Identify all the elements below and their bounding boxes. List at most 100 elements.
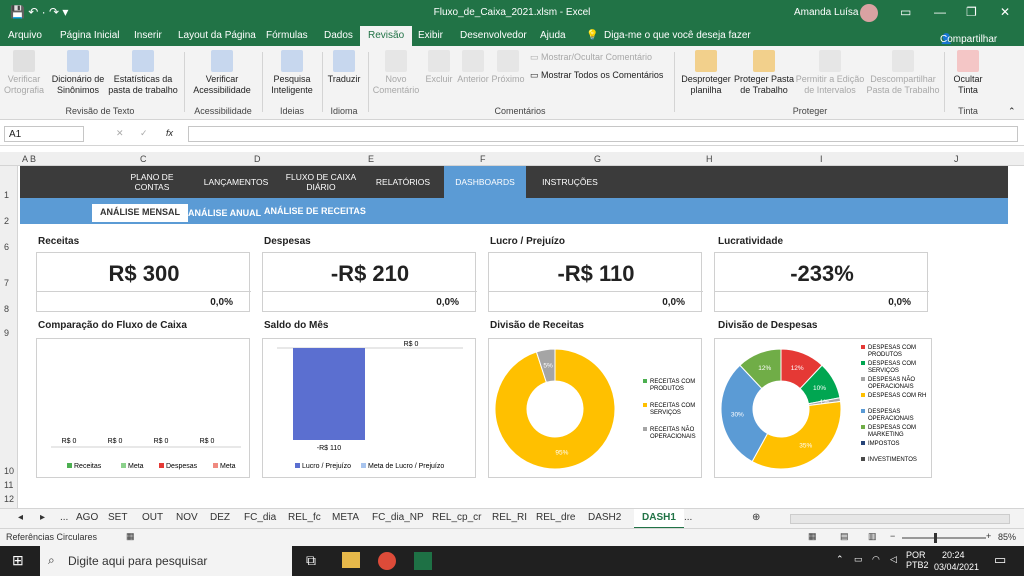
- more-sheets-left[interactable]: ...: [60, 512, 68, 523]
- column-header[interactable]: A: [22, 154, 28, 164]
- smart-lookup-button[interactable]: Pesquisa Inteligente: [266, 50, 318, 96]
- sheet-tab-rel-fc[interactable]: REL_fc: [288, 512, 321, 523]
- sheet-tab-fc-dia[interactable]: FC_dia: [244, 512, 276, 523]
- sheet-tab-dez[interactable]: DEZ: [210, 512, 230, 523]
- tab-dados[interactable]: Dados: [324, 30, 353, 41]
- formula-input[interactable]: [188, 126, 1018, 142]
- ribbon-display-icon[interactable]: ▭: [900, 5, 911, 19]
- worksheet[interactable]: PLANO DE CONTAS LANÇAMENTOS FLUXO DE CAI…: [18, 166, 1008, 508]
- chart-despesas[interactable]: 12% 10% 1% 35% 30% 12% DESPESAS COM PRODUTOS DES…: [714, 338, 932, 478]
- tab-revisao[interactable]: Revisão: [360, 26, 413, 46]
- tab-formulas[interactable]: Fórmulas: [266, 30, 308, 41]
- windows-start-icon[interactable]: ⊞: [12, 552, 24, 569]
- translate-button[interactable]: Traduzir: [324, 50, 364, 85]
- accessibility-button[interactable]: Verificar Acessibilidade: [186, 50, 258, 96]
- new-comment-button[interactable]: Novo Comentário: [370, 50, 422, 96]
- row-header[interactable]: 11: [4, 480, 13, 490]
- chart-comparacao[interactable]: R$ 0 R$ 0 R$ 0 R$ 0 Receitas Meta Despesas Met…: [36, 338, 250, 478]
- row-header[interactable]: 7: [4, 278, 9, 288]
- collapse-ribbon-icon[interactable]: ⌃: [1008, 106, 1016, 117]
- delete-comment-button[interactable]: Excluir: [422, 50, 456, 85]
- protect-workbook-button[interactable]: Proteger Pasta de Trabalho: [734, 50, 794, 96]
- sheet-tab-rel-dre[interactable]: REL_dre: [536, 512, 575, 523]
- notifications-icon[interactable]: ▭: [994, 552, 1006, 568]
- sheet-tab-nov[interactable]: NOV: [176, 512, 198, 523]
- show-all-comments-button[interactable]: ▭ Mostrar Todos os Comentários: [530, 70, 663, 81]
- sheet-tab-dash1[interactable]: DASH1: [634, 509, 684, 529]
- minimize-icon[interactable]: —: [934, 5, 946, 19]
- row-header[interactable]: 2: [4, 216, 9, 226]
- sheet-tab--[interactable]: ...: [684, 512, 692, 523]
- chart-receitas[interactable]: 95% 5% RECEITAS COM PRODUTOS RECEITAS COM SER…: [488, 338, 702, 478]
- cancel-icon[interactable]: ✕: [116, 128, 124, 139]
- unprotect-sheet-button[interactable]: Desproteger planilha: [678, 50, 734, 96]
- column-header[interactable]: I: [820, 154, 823, 164]
- subnav-analise-receitas[interactable]: ANÁLISE DE RECEITAS: [264, 206, 366, 216]
- show-hide-comment-button[interactable]: ▭ Mostrar/Ocultar Comentário: [530, 52, 652, 63]
- file-explorer-icon[interactable]: [342, 552, 360, 568]
- sheet-tab-set[interactable]: SET: [108, 512, 127, 523]
- clock-time[interactable]: 20:24: [942, 550, 965, 560]
- column-header[interactable]: E: [368, 154, 374, 164]
- sheet-tab-dash2[interactable]: DASH2: [588, 512, 621, 523]
- sheet-tab-rel-cp-cr[interactable]: REL_cp_cr: [432, 512, 481, 523]
- chrome-icon[interactable]: [378, 552, 396, 570]
- page-break-icon[interactable]: ▥: [868, 531, 877, 542]
- tab-exibir[interactable]: Exibir: [418, 30, 443, 41]
- taskbar-search[interactable]: ⌕ Digite aqui para pesquisar: [40, 546, 292, 576]
- sheet-tab-fc-dia-np[interactable]: FC_dia_NP: [372, 512, 424, 523]
- column-header[interactable]: B: [30, 154, 36, 164]
- workbook-stats-button[interactable]: Estatísticas da pasta de trabalho: [108, 50, 178, 96]
- chart-saldo[interactable]: -R$ 110 R$ 0 Lucro / Prejuízo Meta de Lucro…: [262, 338, 476, 478]
- nav-plano-contas[interactable]: PLANO DE CONTAS: [116, 166, 188, 198]
- next-comment-button[interactable]: Próximo: [490, 50, 526, 85]
- sheet-tab-meta[interactable]: META: [332, 512, 359, 523]
- nav-relatorios[interactable]: RELATÓRIOS: [364, 166, 442, 198]
- sheet-tab-out[interactable]: OUT: [142, 512, 163, 523]
- name-box[interactable]: A1: [4, 126, 84, 142]
- tray-chevron-icon[interactable]: ⌃: [836, 554, 844, 565]
- column-header[interactable]: H: [706, 154, 713, 164]
- subnav-analise-anual[interactable]: ANÁLISE ANUAL: [188, 208, 261, 218]
- normal-view-icon[interactable]: ▦: [808, 531, 817, 542]
- add-sheet-icon[interactable]: ⊕: [752, 512, 760, 523]
- tab-pagina-inicial[interactable]: Página Inicial: [60, 30, 119, 41]
- allow-edit-ranges-button[interactable]: Permitir a Edição de Intervalos: [794, 50, 866, 96]
- language-indicator[interactable]: POR PTB2: [906, 550, 929, 570]
- tell-me-search[interactable]: Diga-me o que você deseja fazer: [604, 30, 751, 41]
- hide-ink-button[interactable]: Ocultar Tinta: [948, 50, 988, 96]
- column-header[interactable]: F: [480, 154, 486, 164]
- tab-ajuda[interactable]: Ajuda: [540, 30, 566, 41]
- bar[interactable]: [293, 348, 365, 440]
- row-header[interactable]: 10: [4, 466, 14, 476]
- unshare-workbook-button[interactable]: Descompartilhar Pasta de Trabalho: [866, 50, 940, 96]
- avatar[interactable]: [860, 4, 878, 22]
- spelling-button[interactable]: Verificar Ortografia: [4, 50, 44, 96]
- horizontal-scrollbar[interactable]: [790, 514, 1010, 524]
- subnav-analise-mensal[interactable]: ANÁLISE MENSAL: [92, 204, 189, 222]
- sheet-tab-ago[interactable]: AGO: [76, 512, 98, 523]
- macro-record-icon[interactable]: ▦: [126, 531, 135, 542]
- column-header[interactable]: D: [254, 154, 261, 164]
- prev-comment-button[interactable]: Anterior: [456, 50, 490, 85]
- volume-icon[interactable]: ◁: [890, 554, 897, 565]
- nav-lancamentos[interactable]: LANÇAMENTOS: [196, 166, 276, 198]
- task-view-icon[interactable]: ⧉: [306, 552, 316, 569]
- column-header[interactable]: C: [140, 154, 147, 164]
- row-header[interactable]: 6: [4, 242, 9, 252]
- prev-sheet-icon[interactable]: ◂: [18, 512, 23, 523]
- zoom-thumb[interactable]: [934, 533, 937, 543]
- excel-icon[interactable]: [414, 552, 432, 570]
- row-header[interactable]: 1: [4, 190, 9, 200]
- page-layout-icon[interactable]: ▤: [840, 531, 849, 542]
- function-icon[interactable]: fx: [166, 128, 173, 138]
- restore-icon[interactable]: ❐: [966, 5, 977, 19]
- next-sheet-icon[interactable]: ▸: [40, 512, 45, 523]
- user-name[interactable]: Amanda Luísa: [794, 7, 859, 18]
- wifi-icon[interactable]: ◠: [872, 554, 880, 565]
- close-icon[interactable]: ✕: [1000, 5, 1010, 19]
- column-header[interactable]: J: [954, 154, 959, 164]
- tab-arquivo[interactable]: Arquivo: [8, 30, 42, 41]
- clock-date[interactable]: 03/04/2021: [934, 562, 979, 572]
- nav-dashboards[interactable]: DASHBOARDS: [444, 166, 526, 198]
